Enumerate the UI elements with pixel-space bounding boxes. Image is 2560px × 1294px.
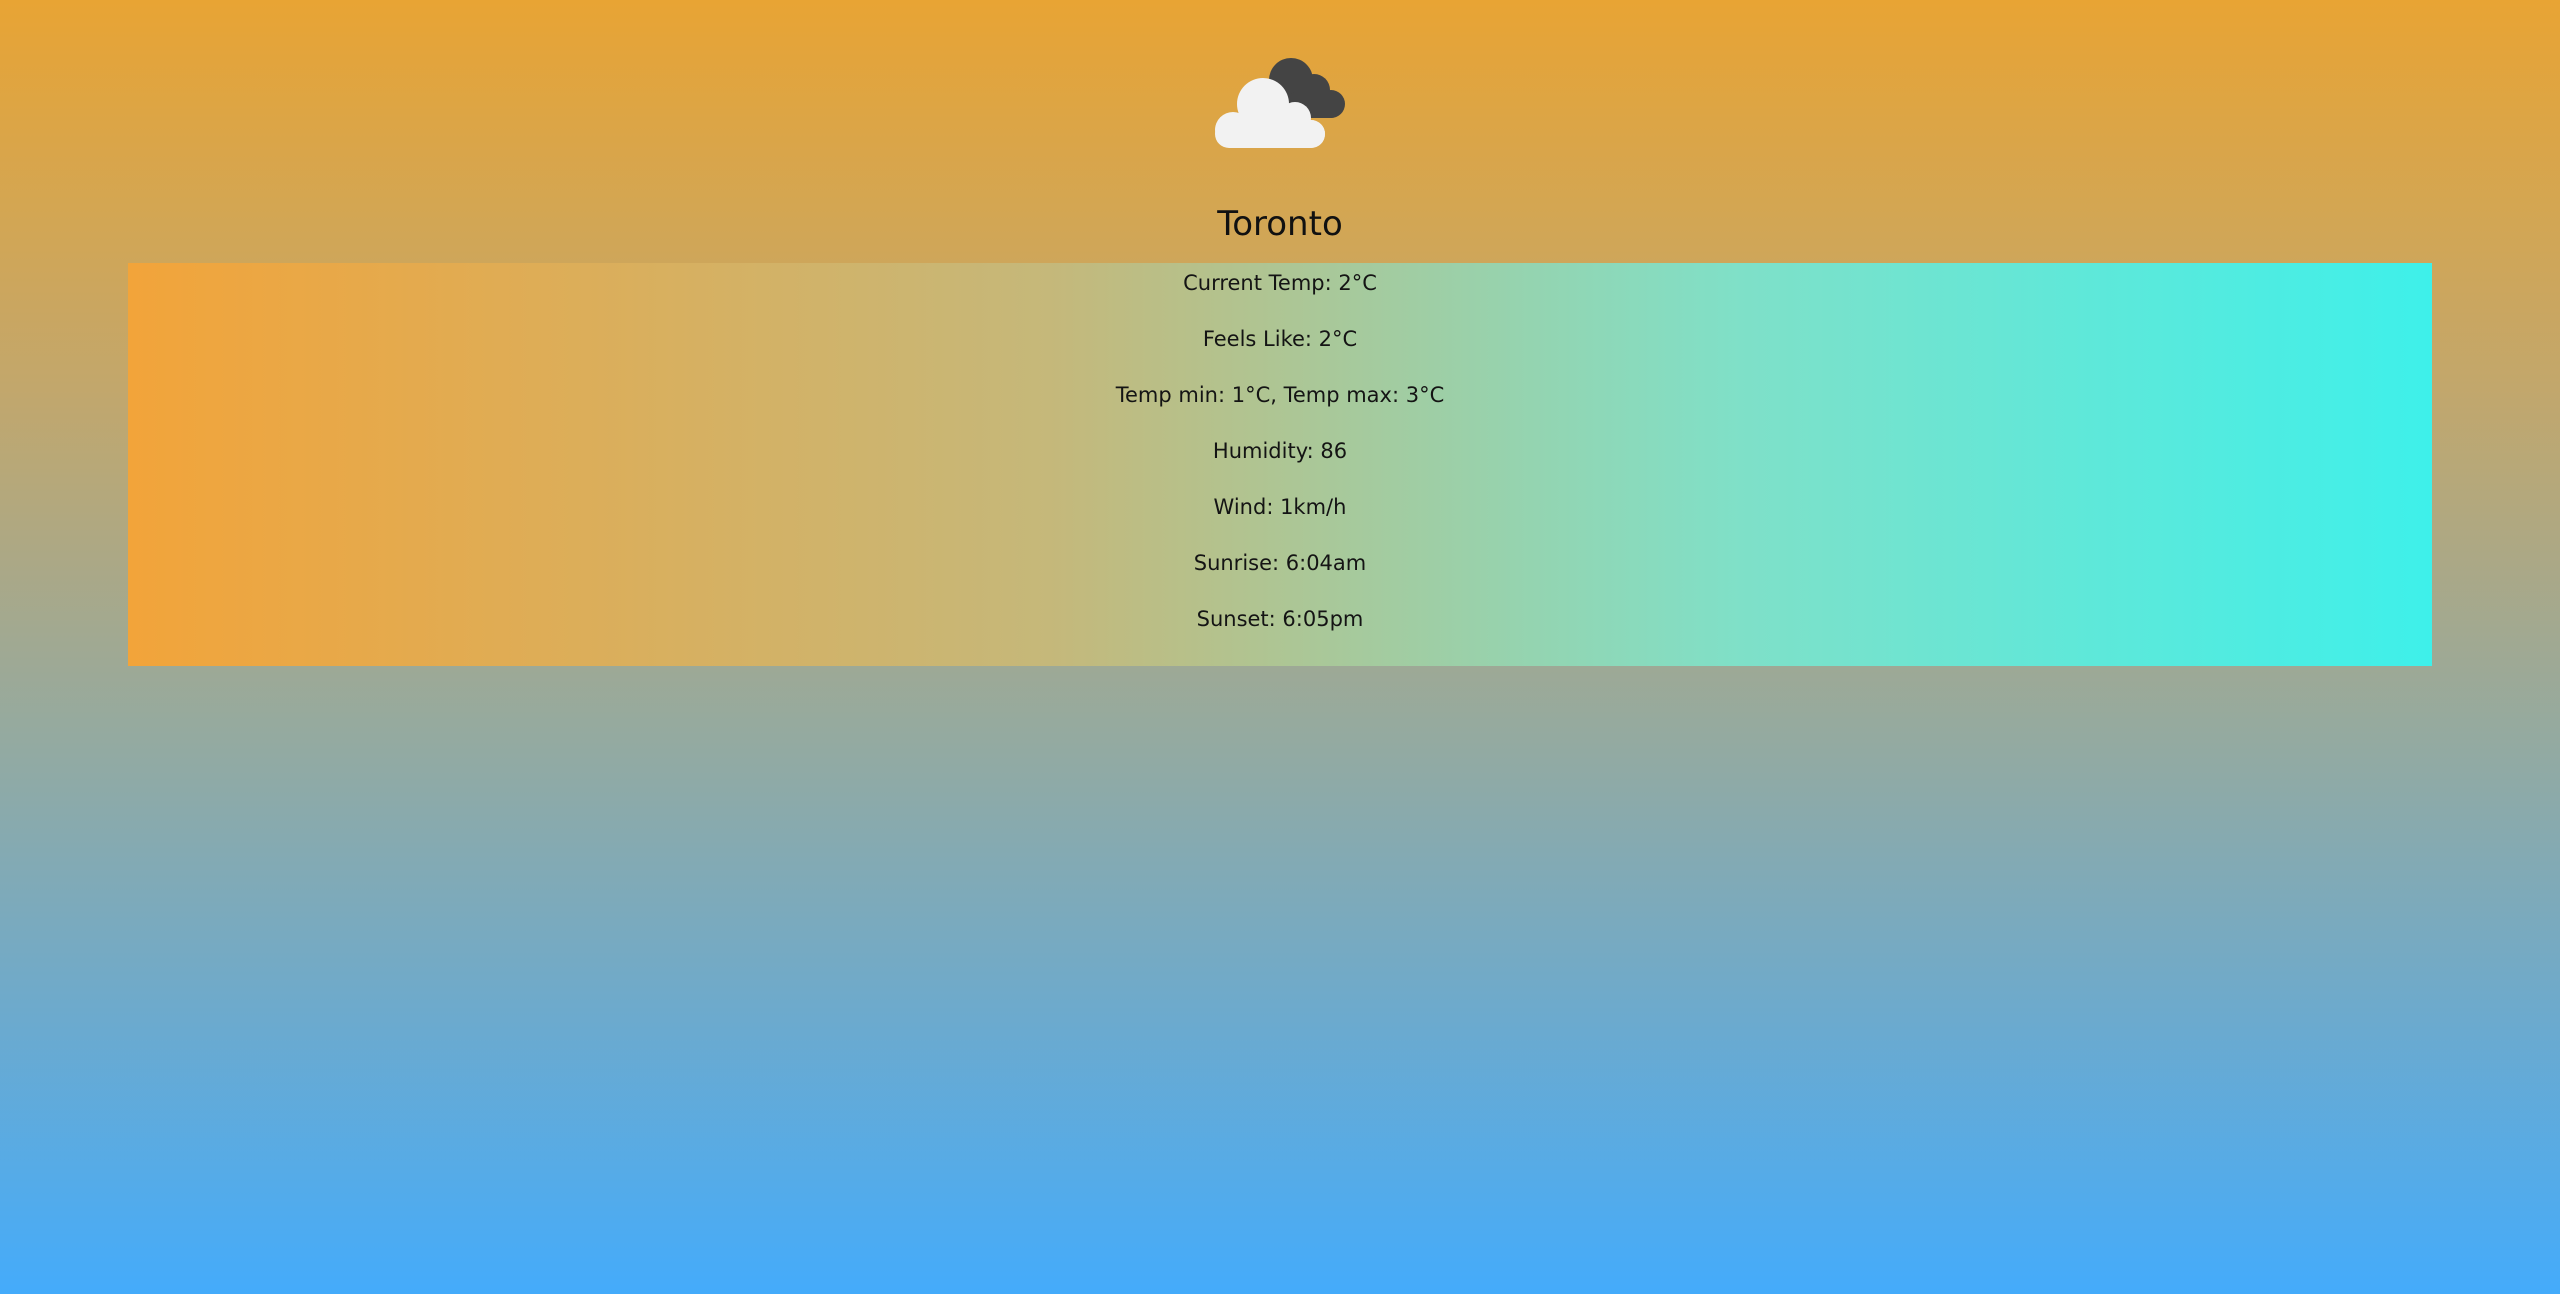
sunset-text: Sunset: 6:05pm: [1196, 607, 1364, 631]
temp-range-text: Temp min: 1°C, Temp max: 3°C: [1115, 383, 1445, 407]
cloudy-icon: [1215, 58, 1345, 148]
wind-text: Wind: 1km/h: [1213, 495, 1347, 519]
weather-details-panel: Current Temp: 2°C Feels Like: 2°C Temp m…: [128, 263, 2432, 666]
humidity-text: Humidity: 86: [1212, 439, 1348, 463]
current-temp-text: Current Temp: 2°C: [1183, 271, 1377, 295]
feels-like-text: Feels Like: 2°C: [1202, 327, 1358, 351]
sunrise-text: Sunrise: 6:04am: [1193, 551, 1367, 575]
city-name: Toronto: [1217, 204, 1343, 244]
